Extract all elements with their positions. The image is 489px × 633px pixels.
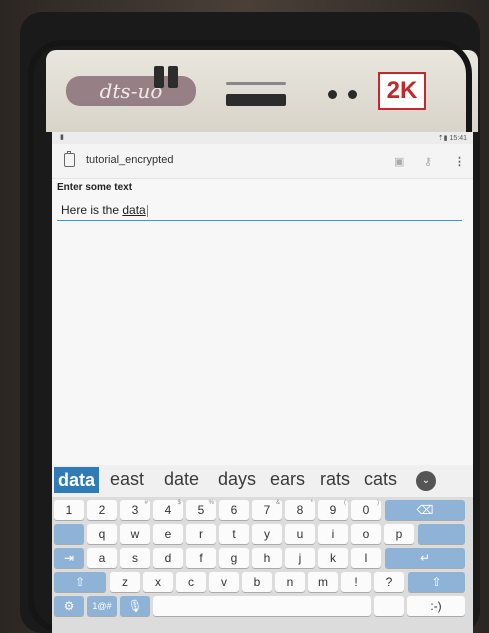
key[interactable]: 0) [351,500,381,520]
backspace-icon: ⌫ [416,503,434,517]
key[interactable]: h [252,548,282,568]
key[interactable]: u [285,524,315,544]
key[interactable]: c [176,572,206,592]
key[interactable]: d [153,548,183,568]
key[interactable]: 7 & [252,500,282,520]
key[interactable]: k [318,548,348,568]
clipboard-icon [64,151,75,167]
shift-key-right[interactable]: ⇧ [408,572,465,592]
suggestion-item[interactable]: cats [364,469,397,490]
key[interactable]: o [351,524,381,544]
key[interactable]: w [120,524,150,544]
key[interactable]: v [209,572,239,592]
save-icon[interactable]: ▣ [394,155,404,168]
key[interactable]: ! [341,572,371,592]
key[interactable]: l [351,548,381,568]
key[interactable]: f [186,548,216,568]
enter-icon: ↵ [419,551,431,565]
gear-icon: ⚙ [63,599,75,613]
status-time: 15:41 [449,135,467,142]
settings-key[interactable]: ⚙ [54,596,84,616]
key[interactable]: n [275,572,305,592]
key[interactable]: y [252,524,282,544]
text-input[interactable]: Here is the data [57,200,462,221]
key[interactable]: e [153,524,183,544]
suggestion-item[interactable]: east [110,469,144,490]
key[interactable]: r [186,524,216,544]
microphone-icon: 🎙 [127,599,143,613]
hide-keyboard-icon[interactable]: ⌄ [416,471,436,491]
app-title: tutorial_encrypted [86,154,174,166]
key[interactable]: 8 * [285,500,315,520]
key[interactable]: t [219,524,249,544]
app-bar: tutorial_encrypted ▣ ⚷ ⋮ [52,144,473,179]
tab-icon: ⇥ [63,551,75,565]
screen: ▮ ⇡▮ 15:41 tutorial_encrypted ▣ ⚷ ⋮ Ente… [52,132,473,633]
key[interactable]: 3 # [120,500,150,520]
key[interactable]: 1 [54,500,84,520]
shift-icon: ⇧ [74,575,86,589]
key[interactable]: b [242,572,272,592]
text-cursor [146,204,148,217]
key[interactable]: s [120,548,150,568]
key[interactable]: p [384,524,414,544]
key[interactable]: 6 [219,500,249,520]
text-input-value: Here is the data [61,203,148,217]
key-icon[interactable]: ⚷ [424,155,432,168]
key[interactable]: a [87,548,117,568]
key[interactable]: ? [374,572,404,592]
blank-fn-key[interactable] [418,524,465,544]
suggestion-item[interactable]: rats [320,469,350,490]
suggestion-item[interactable]: ears [270,469,305,490]
suggestion-item[interactable]: date [164,469,199,490]
key[interactable]: i [318,524,348,544]
key[interactable]: 9( [318,500,348,520]
notification-icon: ▮ [60,134,64,141]
status-right: ⇡▮ 15:41 [438,134,467,142]
suggestion-item[interactable]: data [54,467,100,493]
key[interactable]: g [219,548,249,568]
key[interactable]: 4 $ [153,500,183,520]
suggestion-bar: data east date days ears rats cats ⌄ [52,465,473,497]
overflow-menu-icon[interactable]: ⋮ [454,155,465,168]
blank-fn-key[interactable] [54,524,84,544]
key[interactable]: m [308,572,338,592]
key[interactable]: q [87,524,117,544]
tab-key[interactable]: ⇥ [54,548,84,568]
shift-key[interactable]: ⇧ [54,572,106,592]
suggestion-item[interactable]: days [218,469,256,490]
key[interactable] [374,596,404,616]
key[interactable]: z [110,572,140,592]
key[interactable]: 2 [87,500,117,520]
key[interactable]: j [285,548,315,568]
key[interactable]: 5% [186,500,216,520]
shift-icon: ⇧ [431,575,442,589]
symbols-key[interactable]: 1@# [87,596,117,616]
voice-key[interactable]: 🎙 [120,596,150,616]
text-field-label: Enter some text [57,182,133,193]
key[interactable]: x [143,572,173,592]
space-key[interactable] [153,596,371,616]
signal-battery-icon: ⇡▮ [437,135,448,142]
keyboard: 1 2 3 # 4 $ 5% 6 7 & 8 * 9( 0) ⌫ q w e r t y… [52,497,473,633]
backspace-key[interactable]: ⌫ [385,500,465,520]
status-bar: ▮ ⇡▮ 15:41 [52,132,473,144]
smiley-key[interactable]: :-) [407,596,465,616]
enter-key[interactable]: ↵ [385,548,465,568]
